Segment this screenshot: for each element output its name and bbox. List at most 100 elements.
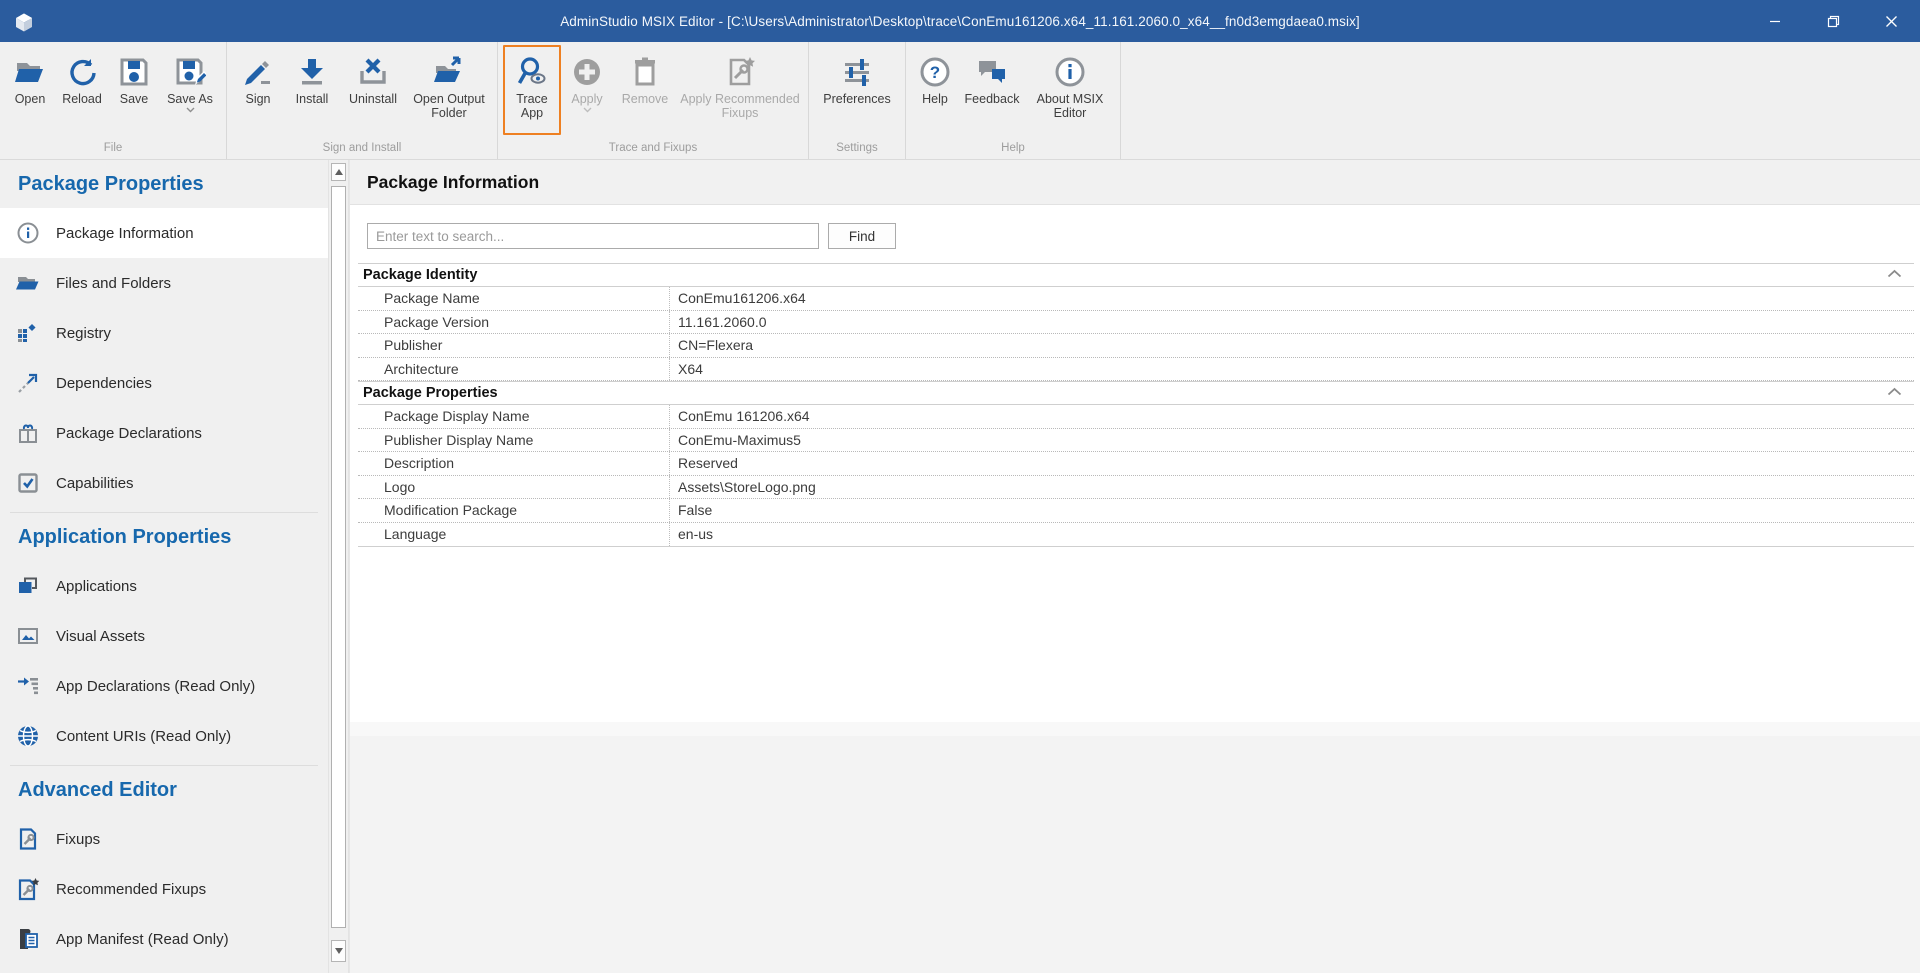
table-section-header-package-properties[interactable]: Package Properties	[358, 381, 1914, 405]
help-button[interactable]: ? Help	[911, 45, 959, 135]
uninstall-button[interactable]: Uninstall	[340, 45, 406, 135]
feedback-button[interactable]: Feedback	[959, 45, 1025, 135]
sidebar-item-dependencies[interactable]: Dependencies	[0, 358, 328, 408]
sidebar-item-package-information[interactable]: Package Information	[0, 208, 328, 258]
sidebar-heading-application-properties: Application Properties	[0, 513, 328, 561]
dependencies-arrow-icon	[16, 371, 40, 395]
content-background	[350, 722, 1920, 973]
sidebar-item-registry[interactable]: Registry	[0, 308, 328, 358]
open-output-folder-button[interactable]: Open Output Folder	[406, 45, 492, 135]
table-row: Package Name ConEmu161206.x64	[358, 287, 1914, 311]
uninstall-icon	[357, 54, 389, 90]
open-folder-icon	[14, 54, 46, 90]
info-circle-icon	[16, 221, 40, 245]
open-output-folder-icon	[433, 54, 465, 90]
ribbon-group-trace-fixups: Trace App Apply	[498, 42, 809, 159]
trace-app-button[interactable]: Trace App	[503, 45, 561, 135]
save-as-icon	[174, 54, 206, 90]
install-arrow-icon	[296, 54, 328, 90]
close-button[interactable]	[1862, 0, 1920, 42]
sidebar-item-app-manifest[interactable]: App Manifest (Read Only)	[0, 914, 328, 964]
sidebar-scrollbar[interactable]	[328, 160, 349, 973]
ribbon-group-label-sign-install: Sign and Install	[227, 140, 497, 159]
open-button[interactable]: Open	[5, 45, 55, 135]
table-row: Modification Package False	[358, 499, 1914, 523]
fixup-wrench-star-icon	[16, 877, 40, 901]
page-title: Package Information	[350, 160, 1920, 205]
recommended-fixups-icon	[724, 54, 756, 90]
sidebar-item-fixups[interactable]: Fixups	[0, 814, 328, 864]
help-question-icon: ?	[919, 54, 951, 90]
sidebar-item-capabilities[interactable]: Capabilities	[0, 458, 328, 508]
sidebar-heading-advanced-editor: Advanced Editor	[0, 766, 328, 814]
table-section-header-package-identity[interactable]: Package Identity	[358, 263, 1914, 287]
sidebar-item-files-and-folders[interactable]: Files and Folders	[0, 258, 328, 308]
main-panel: Package Information Find Package Identit…	[349, 160, 1920, 973]
search-row: Find	[367, 223, 1920, 249]
table-row: Architecture X64	[358, 358, 1914, 382]
reload-icon	[66, 54, 98, 90]
folder-icon	[16, 271, 40, 295]
sign-pencil-icon	[242, 54, 274, 90]
preferences-sliders-icon	[841, 54, 873, 90]
table-row: Logo Assets\StoreLogo.png	[358, 476, 1914, 500]
chevron-up-icon	[1887, 387, 1902, 396]
minimize-button[interactable]	[1746, 0, 1804, 42]
ribbon-group-settings: Preferences Settings	[809, 42, 906, 159]
sidebar-item-recommended-fixups[interactable]: Recommended Fixups	[0, 864, 328, 914]
sign-button[interactable]: Sign	[232, 45, 284, 135]
save-icon	[118, 54, 150, 90]
save-as-button[interactable]: Save As	[159, 45, 221, 135]
package-properties-table: Package Identity Package Name ConEmu1612…	[358, 263, 1914, 547]
sidebar-item-visual-assets[interactable]: Visual Assets	[0, 611, 328, 661]
about-msix-editor-button[interactable]: About MSIX Editor	[1025, 45, 1115, 135]
apply-plus-icon	[571, 54, 603, 90]
trace-app-icon	[516, 54, 548, 90]
navigation-sidebar: Package Properties Package Information F…	[0, 160, 328, 973]
table-row: Publisher Display Name ConEmu-Maximus5	[358, 429, 1914, 453]
ribbon-group-file: Open Reload Save	[0, 42, 227, 159]
manifest-doc-icon	[16, 927, 40, 951]
about-info-icon	[1054, 54, 1086, 90]
reload-button[interactable]: Reload	[55, 45, 109, 135]
apply-button[interactable]: Apply	[561, 45, 613, 135]
ribbon-group-label-settings: Settings	[809, 140, 905, 159]
preferences-button[interactable]: Preferences	[814, 45, 900, 135]
sidebar-item-applications[interactable]: Applications	[0, 561, 328, 611]
ribbon-group-sign-install: Sign Install Uninstall	[227, 42, 498, 159]
gift-box-icon	[16, 421, 40, 445]
scrollbar-thumb[interactable]	[331, 186, 346, 928]
checkbox-icon	[16, 471, 40, 495]
chevron-down-icon	[186, 107, 195, 113]
registry-blocks-icon	[16, 321, 40, 345]
svg-text:?: ?	[930, 63, 940, 82]
table-row: Publisher CN=Flexera	[358, 334, 1914, 358]
restore-button[interactable]	[1804, 0, 1862, 42]
image-icon	[16, 624, 40, 648]
sidebar-item-app-declarations[interactable]: App Declarations (Read Only)	[0, 661, 328, 711]
scroll-down-button[interactable]	[331, 940, 346, 962]
sidebar-item-package-declarations[interactable]: Package Declarations	[0, 408, 328, 458]
remove-button[interactable]: Remove	[613, 45, 677, 135]
save-button[interactable]: Save	[109, 45, 159, 135]
window-title: AdminStudio MSIX Editor - [C:\Users\Admi…	[0, 0, 1920, 42]
sidebar-item-content-uris[interactable]: Content URIs (Read Only)	[0, 711, 328, 761]
install-button[interactable]: Install	[284, 45, 340, 135]
chevron-up-icon	[1887, 269, 1902, 278]
table-row: Language en-us	[358, 523, 1914, 547]
find-button[interactable]: Find	[828, 223, 896, 249]
remove-trash-icon	[629, 54, 661, 90]
table-row: Description Reserved	[358, 452, 1914, 476]
search-input[interactable]	[367, 223, 819, 249]
ribbon-group-label-help: Help	[906, 140, 1120, 159]
arrow-list-icon	[16, 674, 40, 698]
app-windows-icon	[16, 574, 40, 598]
feedback-bubbles-icon	[976, 54, 1008, 90]
table-row: Package Display Name ConEmu 161206.x64	[358, 405, 1914, 429]
fixup-wrench-page-icon	[16, 827, 40, 851]
ribbon-group-label-file: File	[0, 140, 226, 159]
scroll-up-button[interactable]	[331, 163, 346, 181]
apply-recommended-fixups-button[interactable]: Apply Recommended Fixups	[677, 45, 803, 135]
ribbon-toolbar: Open Reload Save	[0, 42, 1920, 160]
ribbon-group-label-trace-fixups: Trace and Fixups	[498, 140, 808, 159]
